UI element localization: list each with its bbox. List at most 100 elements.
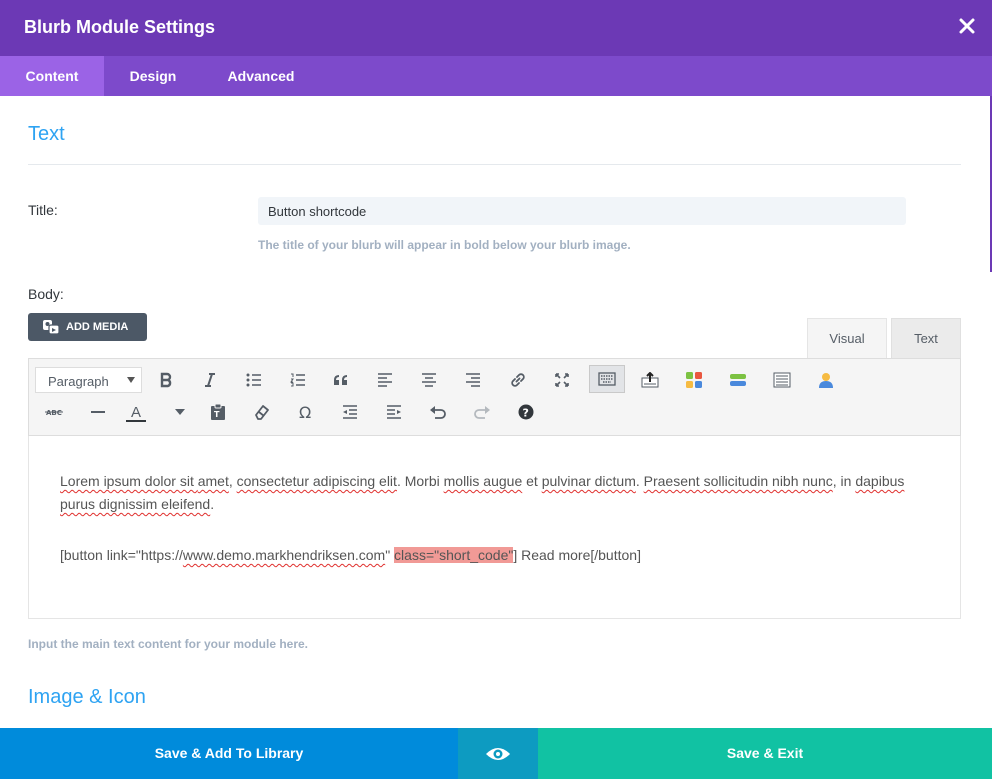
save-add-to-library-button[interactable]: Save & Add To Library — [0, 728, 458, 779]
insert-table-button[interactable] — [769, 367, 795, 393]
format-select[interactable]: Paragraph — [35, 367, 142, 393]
bold-button[interactable] — [153, 367, 179, 393]
editor-text: ] Read more[/button] — [513, 547, 641, 563]
bullet-list-button[interactable] — [241, 367, 267, 393]
tab-design[interactable]: Design — [104, 56, 202, 96]
keyboard-icon — [598, 372, 616, 386]
highlighted-text: class="short_code" — [394, 547, 514, 563]
body-label: Body: — [28, 286, 64, 302]
editor-text: pulvinar dictum — [541, 473, 636, 489]
add-media-label: ADD MEDIA — [66, 321, 129, 333]
indent-icon — [387, 405, 401, 419]
section-divider — [28, 164, 961, 165]
insert-toggle-button[interactable] — [725, 367, 751, 393]
indent-button[interactable] — [381, 399, 407, 425]
editor-text: , in — [832, 473, 856, 489]
preview-button[interactable] — [458, 728, 538, 779]
editor-text: " — [385, 547, 395, 563]
insert-user-button[interactable] — [813, 367, 839, 393]
editor-shortcode-line: [button link="https://www.demo.markhendr… — [60, 545, 641, 565]
undo-button[interactable] — [425, 399, 451, 425]
fullscreen-button[interactable] — [549, 367, 575, 393]
strikethrough-button[interactable]: ABC — [41, 399, 67, 425]
eraser-icon — [255, 405, 269, 420]
tab-bar: Content Design Advanced — [0, 56, 992, 96]
close-icon[interactable] — [958, 17, 976, 35]
bullet-list-icon — [246, 373, 261, 387]
save-exit-button[interactable]: Save & Exit — [538, 728, 992, 779]
editor-tab-visual[interactable]: Visual — [807, 318, 887, 358]
media-icon — [43, 320, 60, 335]
chevron-down-icon — [127, 377, 135, 383]
toolbar-toggle-button[interactable] — [589, 365, 625, 393]
editor-text: amet — [197, 473, 229, 489]
editor-text: www.demo.markhendriksen.com — [182, 547, 386, 563]
editor-text: . Morbi — [396, 473, 444, 489]
italic-button[interactable] — [197, 367, 223, 393]
align-left-icon — [378, 373, 392, 387]
svg-text:T: T — [214, 410, 220, 419]
tab-advanced[interactable]: Advanced — [202, 56, 320, 96]
editor-text: [button link="https:// — [60, 547, 183, 563]
omega-icon: Ω — [299, 404, 311, 420]
align-left-button[interactable] — [372, 367, 398, 393]
section-title-text[interactable]: Text — [28, 123, 65, 146]
redo-button[interactable] — [469, 399, 495, 425]
editor-paragraph: Lorem ipsum dolor sit amet, consectetur … — [60, 470, 930, 516]
settings-content[interactable]: Text Title: The title of your blurb will… — [0, 96, 992, 728]
editor-text: consectetur adipiscing elit — [236, 473, 397, 489]
align-center-button[interactable] — [416, 367, 442, 393]
modal-title: Blurb Module Settings — [24, 17, 215, 37]
toggle-icon — [730, 374, 746, 386]
modal-footer: Save & Add To Library Save & Exit — [0, 728, 992, 779]
text-color-dropdown[interactable] — [167, 399, 193, 425]
horizontal-line-icon — [91, 411, 105, 413]
caret-down-icon — [175, 409, 185, 415]
modal-header: Blurb Module Settings — [0, 0, 992, 56]
link-icon — [511, 373, 525, 387]
editor-text: . — [210, 496, 215, 512]
insert-link-button[interactable] — [505, 367, 531, 393]
blockquote-button[interactable] — [328, 367, 354, 393]
svg-text:Ω: Ω — [299, 404, 311, 420]
quote-icon — [334, 375, 347, 385]
tab-content[interactable]: Content — [0, 56, 104, 96]
body-editor[interactable]: Lorem ipsum dolor sit amet, consectetur … — [28, 436, 961, 619]
special-character-button[interactable]: Ω — [293, 399, 319, 425]
align-right-icon — [466, 373, 480, 387]
svg-text:ABC: ABC — [46, 409, 62, 417]
clear-formatting-button[interactable] — [249, 399, 275, 425]
svg-text:?: ? — [523, 407, 529, 420]
section-title-image-icon[interactable]: Image & Icon — [28, 686, 146, 709]
horizontal-line-button[interactable] — [85, 399, 111, 425]
add-media-button[interactable]: ADD MEDIA — [28, 313, 147, 341]
insert-upload-button[interactable] — [637, 367, 663, 393]
editor-text: et — [522, 473, 542, 489]
body-help-text: Input the main text content for your mod… — [28, 637, 309, 651]
eye-icon — [486, 748, 510, 760]
undo-icon — [430, 406, 446, 419]
editor-text: Lorem ipsum dolor sit — [60, 473, 198, 489]
table-icon — [773, 372, 791, 388]
italic-icon — [205, 373, 215, 387]
help-button[interactable]: ? — [513, 399, 539, 425]
paste-text-button[interactable]: T — [205, 399, 231, 425]
insert-grid-button[interactable] — [681, 367, 707, 393]
title-input[interactable] — [258, 197, 906, 225]
editor-text: , — [228, 473, 237, 489]
outdent-button[interactable] — [337, 399, 363, 425]
numbered-list-button[interactable] — [285, 367, 311, 393]
editor-text: mollis augue — [443, 473, 523, 489]
editor-tab-text[interactable]: Text — [891, 318, 961, 358]
fullscreen-icon — [555, 373, 569, 387]
bold-icon — [160, 372, 172, 388]
text-color-icon: A — [126, 404, 146, 422]
user-icon — [819, 373, 833, 388]
text-color-button[interactable]: A — [123, 399, 149, 425]
align-center-icon — [422, 373, 436, 387]
align-right-button[interactable] — [460, 367, 486, 393]
upload-icon — [641, 372, 659, 388]
strikethrough-icon: ABC — [45, 409, 63, 417]
grid-icon — [686, 372, 702, 388]
title-label: Title: — [28, 202, 58, 218]
